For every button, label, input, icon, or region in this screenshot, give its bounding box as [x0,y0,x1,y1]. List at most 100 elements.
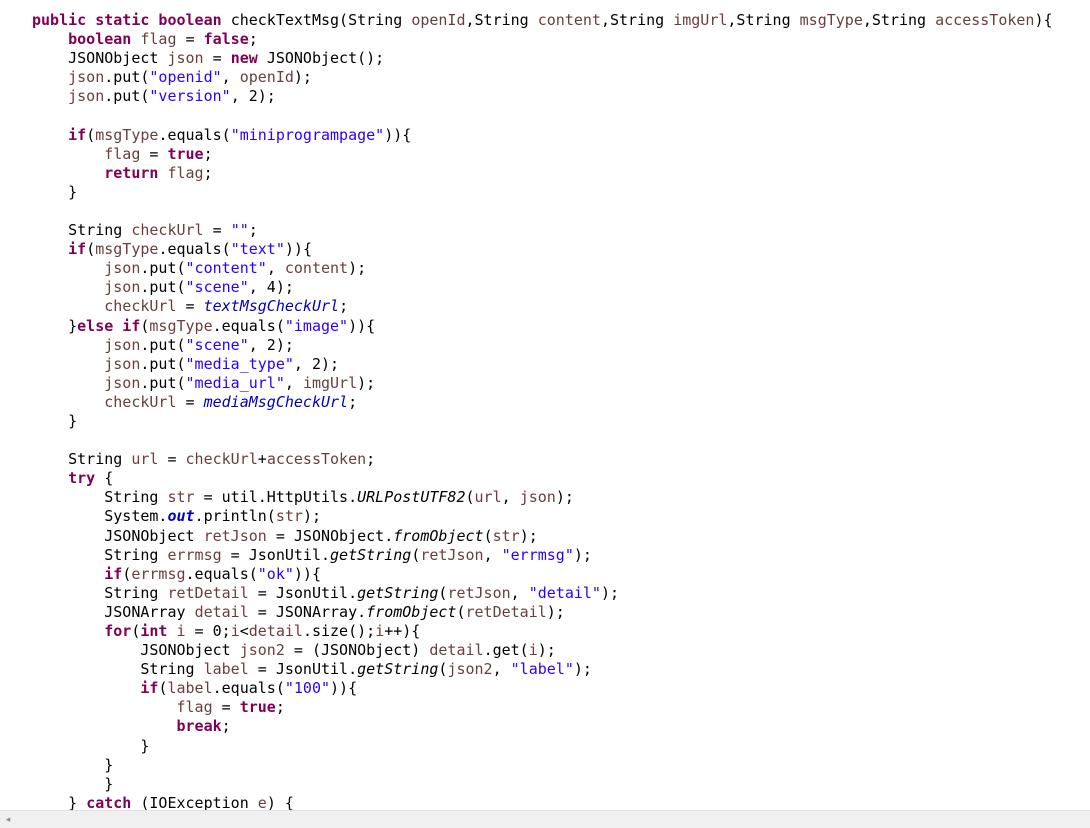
code-line: JSONObject json = new JSONObject(); [32,49,1053,68]
code-token: flag [167,163,204,182]
code-token: ); [537,641,556,660]
code-line: try { [32,469,1053,488]
code-token: retDetail [167,583,249,602]
code-token: { [402,125,412,144]
code-token: if [68,240,87,259]
code-token: , [492,660,511,679]
code-token: imgUrl [673,11,728,29]
code-token: json2 [239,641,285,660]
code-token: "miniprogrampage" [230,125,385,144]
code-token: openId [239,68,294,87]
code-token: i [528,641,538,660]
code-token: < [239,622,249,640]
code-token: ); [293,68,312,87]
code-token: "label" [510,660,574,679]
code-token: ); [357,373,376,392]
code-token: json [167,49,204,68]
code-token: openId [411,11,466,29]
code-token: ,String [465,11,538,29]
code-token: ( [86,240,96,259]
scroll-left-arrow-icon[interactable]: ◂ [2,814,14,826]
code-token: false [203,30,249,49]
code-token: errmsg [131,564,186,583]
code-token: msgType [149,316,213,335]
code-token: .put( [140,354,186,373]
code-line: System.out.println(str); [32,507,1053,526]
code-token: "errmsg" [501,545,574,564]
code-token: "text" [230,240,285,259]
code-token: .equals( [212,679,285,698]
code-token: ; [248,221,258,240]
code-token: .println( [194,507,276,526]
code-token: label [203,660,249,679]
code-token: String [32,488,168,507]
code-line: }else if(msgType.equals("image")){ [32,317,1053,336]
code-token: ); [555,488,574,507]
code-line: String str = util.HttpUtils.URLPostUTF82… [32,488,1053,507]
code-token: = (JSONObject) [284,641,430,660]
code-token: .equals( [212,316,285,335]
horizontal-scrollbar[interactable]: ◂ [0,810,1090,828]
code-token: json [68,68,105,87]
code-token: ; [348,392,358,411]
code-token: out [167,507,195,526]
code-token: } [32,755,114,774]
code-line: json.put("content", content); [32,259,1053,278]
code-line: break; [32,717,1053,736]
code-token: ; [203,163,213,182]
code-token: = [212,698,240,717]
code-token: detail [429,641,484,660]
code-token: ,String [727,11,800,29]
code-token: "100" [284,679,331,698]
code-line: } [32,775,1053,794]
code-token: if [68,125,87,144]
code-token: )) [330,679,349,698]
code-token: errmsg [167,545,222,564]
code-token: } [32,411,78,430]
code-token: checkUrl [131,221,204,240]
code-token: , [221,68,240,87]
code-token: json [104,259,141,278]
code-token: { [366,316,376,335]
code-token: ( [465,488,475,507]
code-line: return flag; [32,164,1053,183]
code-token: System. [32,507,168,526]
code-token: ; [221,717,231,736]
code-token: = [158,450,186,469]
code-token: detail [194,602,249,621]
code-token: } [32,316,78,335]
code-token: "scene" [185,278,249,297]
code-token: ); [302,507,321,526]
code-token: } [32,774,114,793]
code-token: ++){ [384,622,421,640]
code-token: json [104,278,141,297]
code-token: return [104,163,168,182]
code-editor[interactable]: public static boolean checkTextMsg(Strin… [0,0,1090,813]
code-token: "openid" [149,68,222,87]
code-token: = [203,221,231,240]
code-line: json.put("scene", 2); [32,336,1053,355]
code-token: ( [86,125,96,144]
code-token: .size(); [302,622,376,640]
code-line: } [32,183,1053,202]
code-token: = JsonUtil. [248,660,358,679]
code-token: json [104,335,141,354]
code-token: flag [140,30,177,49]
code-token: else if [77,316,141,335]
code-token: )) [284,240,303,259]
code-token: "" [230,221,249,240]
code-line: boolean flag = false; [32,30,1053,49]
code-token: "image" [284,316,349,335]
code-line: String retDetail = JsonUtil.getString(re… [32,584,1053,603]
code-token: = 0; [185,622,231,640]
code-token: flag [104,144,141,163]
code-text[interactable]: public static boolean checkTextMsg(Strin… [32,11,1053,813]
